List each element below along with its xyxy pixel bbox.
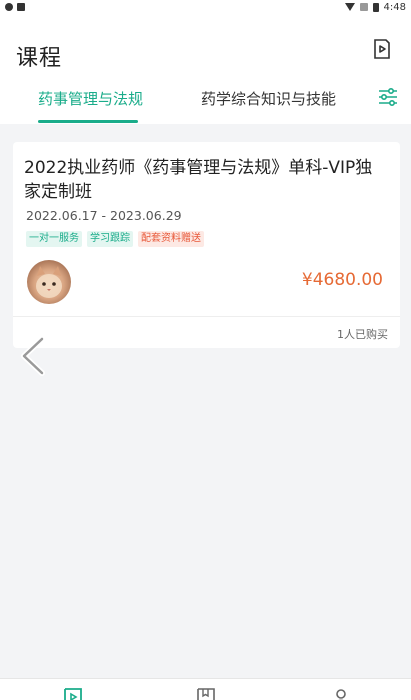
kitten-avatar-image bbox=[36, 266, 62, 298]
android-icon bbox=[5, 3, 13, 11]
header: 课程 药事管理与法规 药学综合知识与技能 bbox=[0, 14, 411, 124]
bottom-nav bbox=[0, 678, 411, 700]
video-play-icon bbox=[374, 39, 390, 59]
book-tab-icon bbox=[197, 688, 215, 700]
active-tab-indicator bbox=[38, 120, 138, 123]
status-left-icons bbox=[5, 3, 25, 11]
tag-materials-gift: 配套资料赠送 bbox=[138, 231, 204, 247]
nav-profile[interactable] bbox=[330, 687, 352, 700]
page-title: 课程 bbox=[16, 46, 63, 71]
course-date-range: 2022.06.17 - 2023.06.29 bbox=[26, 208, 182, 223]
tag-study-tracking: 学习跟踪 bbox=[87, 231, 133, 247]
notification-icon bbox=[17, 3, 25, 11]
video-play-button[interactable] bbox=[371, 38, 393, 60]
nav-courses[interactable] bbox=[62, 687, 84, 700]
course-tags: 一对一服务 学习跟踪 配套资料赠送 bbox=[26, 231, 204, 247]
card-divider bbox=[13, 316, 400, 317]
wifi-icon bbox=[344, 3, 355, 11]
nav-library[interactable] bbox=[195, 687, 217, 700]
play-tab-icon bbox=[64, 688, 82, 700]
course-title: 2022执业药师《药事管理与法规》单科-VIP独家定制班 bbox=[24, 158, 373, 202]
battery-icon bbox=[372, 2, 379, 12]
tab-pharmacy-knowledge[interactable]: 药学综合知识与技能 bbox=[201, 88, 336, 109]
back-button[interactable] bbox=[18, 336, 48, 376]
course-tabs: 药事管理与法规 药学综合知识与技能 bbox=[0, 78, 411, 124]
teacher-avatar bbox=[27, 260, 71, 304]
filter-button[interactable] bbox=[377, 86, 399, 108]
status-time: 4:48 bbox=[383, 1, 406, 13]
status-bar: 4:48 bbox=[0, 0, 411, 14]
buyer-count: 1人已购买 bbox=[337, 328, 388, 341]
status-right: 4:48 bbox=[344, 1, 406, 13]
person-tab-icon bbox=[336, 689, 346, 700]
tab-pharmacy-law[interactable]: 药事管理与法规 bbox=[38, 88, 143, 109]
course-card[interactable]: 2022执业药师《药事管理与法规》单科-VIP独家定制班 2022.06.17 … bbox=[13, 142, 400, 348]
tag-one-on-one: 一对一服务 bbox=[26, 231, 82, 247]
back-chevron-icon bbox=[21, 336, 45, 376]
signal-icon bbox=[359, 3, 368, 11]
filter-sliders-icon bbox=[379, 87, 397, 107]
course-price: ¥4680.00 bbox=[301, 270, 383, 290]
